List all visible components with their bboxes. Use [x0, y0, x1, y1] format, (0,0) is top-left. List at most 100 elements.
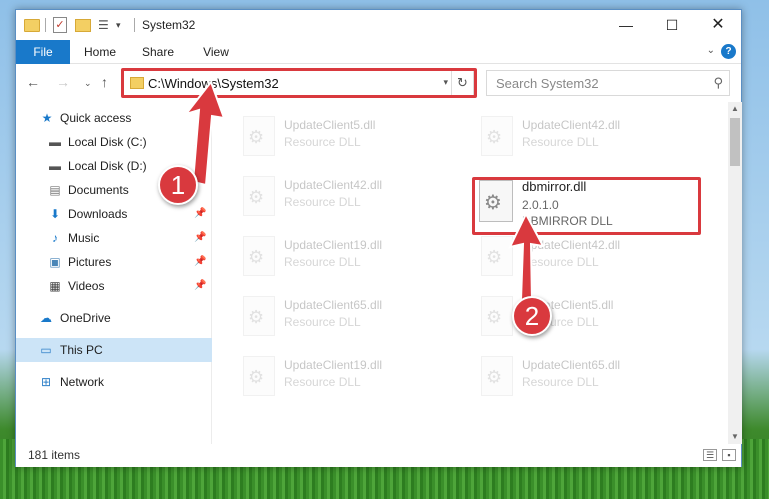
sidebar-item-quick-access[interactable]: ★ Quick access: [16, 106, 212, 130]
file-type: Resource DLL: [284, 135, 361, 149]
sidebar-item-label: Videos: [68, 279, 105, 293]
sidebar-item-local-disk-c[interactable]: ▬ Local Disk (C:) 📌: [16, 130, 212, 154]
sidebar-item-pictures[interactable]: ▣ Pictures 📌: [16, 250, 212, 274]
videos-icon: ▦: [49, 279, 61, 293]
title-bar: ✓ ☰ ▾ System32 — ☐ ✕: [16, 10, 741, 40]
dll-file-icon: [481, 236, 513, 276]
pin-icon[interactable]: 📌: [194, 136, 206, 147]
window-title: System32: [142, 18, 196, 32]
navigation-pane: ★ Quick access ▬ Local Disk (C:) 📌 ▬ Loc…: [16, 102, 212, 444]
sidebar-item-label: Music: [68, 231, 100, 245]
navigation-bar: ← → ⌄ ↑ C:\Windows\System32 ▾ ↻ Search S…: [16, 65, 741, 101]
file-item[interactable]: UpdateClient65.dll Resource DLL: [451, 348, 681, 400]
close-button[interactable]: ✕: [695, 10, 741, 40]
sidebar-item-network[interactable]: ⊞ Network: [16, 370, 212, 394]
pictures-icon: ▣: [49, 255, 61, 269]
pin-icon[interactable]: 📌: [194, 208, 206, 219]
file-name: UpdateClient42.dll: [284, 178, 383, 192]
sidebar-item-music[interactable]: ♪ Music 📌: [16, 226, 212, 250]
file-name: UpdateClient42.dll: [522, 118, 621, 132]
file-item[interactable]: UpdateClient5.dll Resource DLL: [213, 108, 443, 160]
file-item[interactable]: UpdateClient42.dll Resource DLL: [451, 108, 681, 160]
file-item[interactable]: UpdateClient42.dll Resource DLL: [213, 168, 443, 220]
file-item[interactable]: UpdateClient19.dll Resource DLL: [213, 228, 443, 280]
drive-icon: ▬: [49, 159, 61, 173]
dll-file-icon: [243, 116, 275, 156]
maximize-button[interactable]: ☐: [649, 10, 695, 40]
pin-icon[interactable]: 📌: [194, 280, 206, 291]
details-view-icon[interactable]: ☰: [703, 449, 717, 461]
file-item[interactable]: UpdateClient19.dll Resource DLL: [213, 348, 443, 400]
ribbon-tabs: File Home Share View ⌄ ?: [16, 40, 741, 64]
file-type: Resource DLL: [522, 135, 599, 149]
search-placeholder: Search System32: [496, 76, 599, 91]
tab-file[interactable]: File: [16, 40, 70, 64]
network-icon: ⊞: [40, 375, 52, 389]
dll-file-icon: [481, 356, 513, 396]
item-count: 181 items: [28, 448, 81, 462]
file-name: UpdateClient19.dll: [284, 358, 383, 372]
file-type: Resource DLL: [284, 315, 361, 329]
folder-icon: [24, 19, 40, 32]
scroll-thumb[interactable]: [730, 118, 740, 166]
file-item[interactable]: UpdateClient42.dll Resource DLL: [451, 228, 681, 280]
forward-button[interactable]: →: [56, 74, 70, 90]
pin-icon[interactable]: 📌: [194, 232, 206, 243]
large-icons-view-icon[interactable]: ▪: [722, 449, 736, 461]
up-button[interactable]: ↑: [101, 74, 108, 90]
help-icon[interactable]: ?: [721, 44, 736, 59]
file-explorer-window: ✓ ☰ ▾ System32 — ☐ ✕ File Home Share Vie…: [15, 9, 742, 467]
file-item[interactable]: UpdateClient65.dll Resource DLL: [213, 288, 443, 340]
customize-toolbar-icon[interactable]: ☰: [98, 18, 114, 32]
search-icon: ⚲: [713, 75, 723, 90]
sidebar-item-videos[interactable]: ▦ Videos 📌: [16, 274, 212, 298]
file-name: UpdateClient65.dll: [522, 358, 621, 372]
file-type: Resource DLL: [522, 375, 599, 389]
drive-icon: ▬: [49, 135, 61, 149]
sidebar-item-this-pc[interactable]: ▭ This PC: [16, 338, 212, 362]
vertical-scrollbar[interactable]: ▲ ▼: [728, 102, 742, 444]
dll-file-icon: [243, 176, 275, 216]
download-icon: ⬇: [49, 207, 61, 221]
file-name: UpdateClient42.dll: [522, 238, 621, 252]
sidebar-item-label: Local Disk (D:): [68, 159, 147, 173]
dll-file-icon: [243, 356, 275, 396]
file-type: Resource DLL: [284, 255, 361, 269]
pin-icon[interactable]: 📌: [194, 160, 206, 171]
sidebar-item-onedrive[interactable]: ☁ OneDrive: [16, 306, 212, 330]
sidebar-item-label: Downloads: [68, 207, 128, 221]
tab-home[interactable]: Home: [80, 40, 120, 64]
step-1-badge: 1: [158, 165, 198, 205]
dll-file-icon: [243, 296, 275, 336]
recent-locations-button[interactable]: ⌄: [84, 78, 92, 89]
search-input[interactable]: Search System32 ⚲: [486, 70, 730, 96]
cloud-icon: ☁: [40, 311, 52, 325]
scroll-down-icon[interactable]: ▼: [728, 430, 742, 444]
pin-icon[interactable]: 📌: [194, 256, 206, 267]
scroll-up-icon[interactable]: ▲: [728, 102, 742, 116]
file-item[interactable]: UpdateClient5.dll Resource DLL: [451, 288, 681, 340]
sidebar-item-label: Documents: [68, 183, 129, 197]
back-button[interactable]: ←: [26, 74, 40, 90]
tab-view[interactable]: View: [196, 40, 236, 64]
new-folder-icon[interactable]: [75, 19, 91, 32]
file-name: UpdateClient65.dll: [284, 298, 383, 312]
tab-share[interactable]: Share: [138, 40, 178, 64]
file-highlight-box: [472, 177, 701, 235]
file-name: UpdateClient5.dll: [284, 118, 376, 132]
expand-ribbon-icon[interactable]: ⌄: [707, 45, 715, 56]
divider: [45, 18, 46, 32]
minimize-button[interactable]: —: [603, 10, 649, 40]
star-icon: ★: [41, 111, 53, 125]
step-2-badge: 2: [512, 296, 552, 336]
music-icon: ♪: [52, 231, 58, 245]
file-type: Resource DLL: [522, 255, 599, 269]
status-bar: 181 items ☰ ▪: [16, 444, 741, 467]
sidebar-item-downloads[interactable]: ⬇ Downloads 📌: [16, 202, 212, 226]
sidebar-item-label: OneDrive: [60, 311, 111, 325]
sidebar-item-label: Network: [60, 375, 105, 389]
file-type: Resource DLL: [284, 195, 361, 209]
file-type: Resource DLL: [284, 375, 361, 389]
properties-check-icon[interactable]: ✓: [53, 17, 67, 33]
chevron-down-icon[interactable]: ▾: [116, 18, 126, 36]
